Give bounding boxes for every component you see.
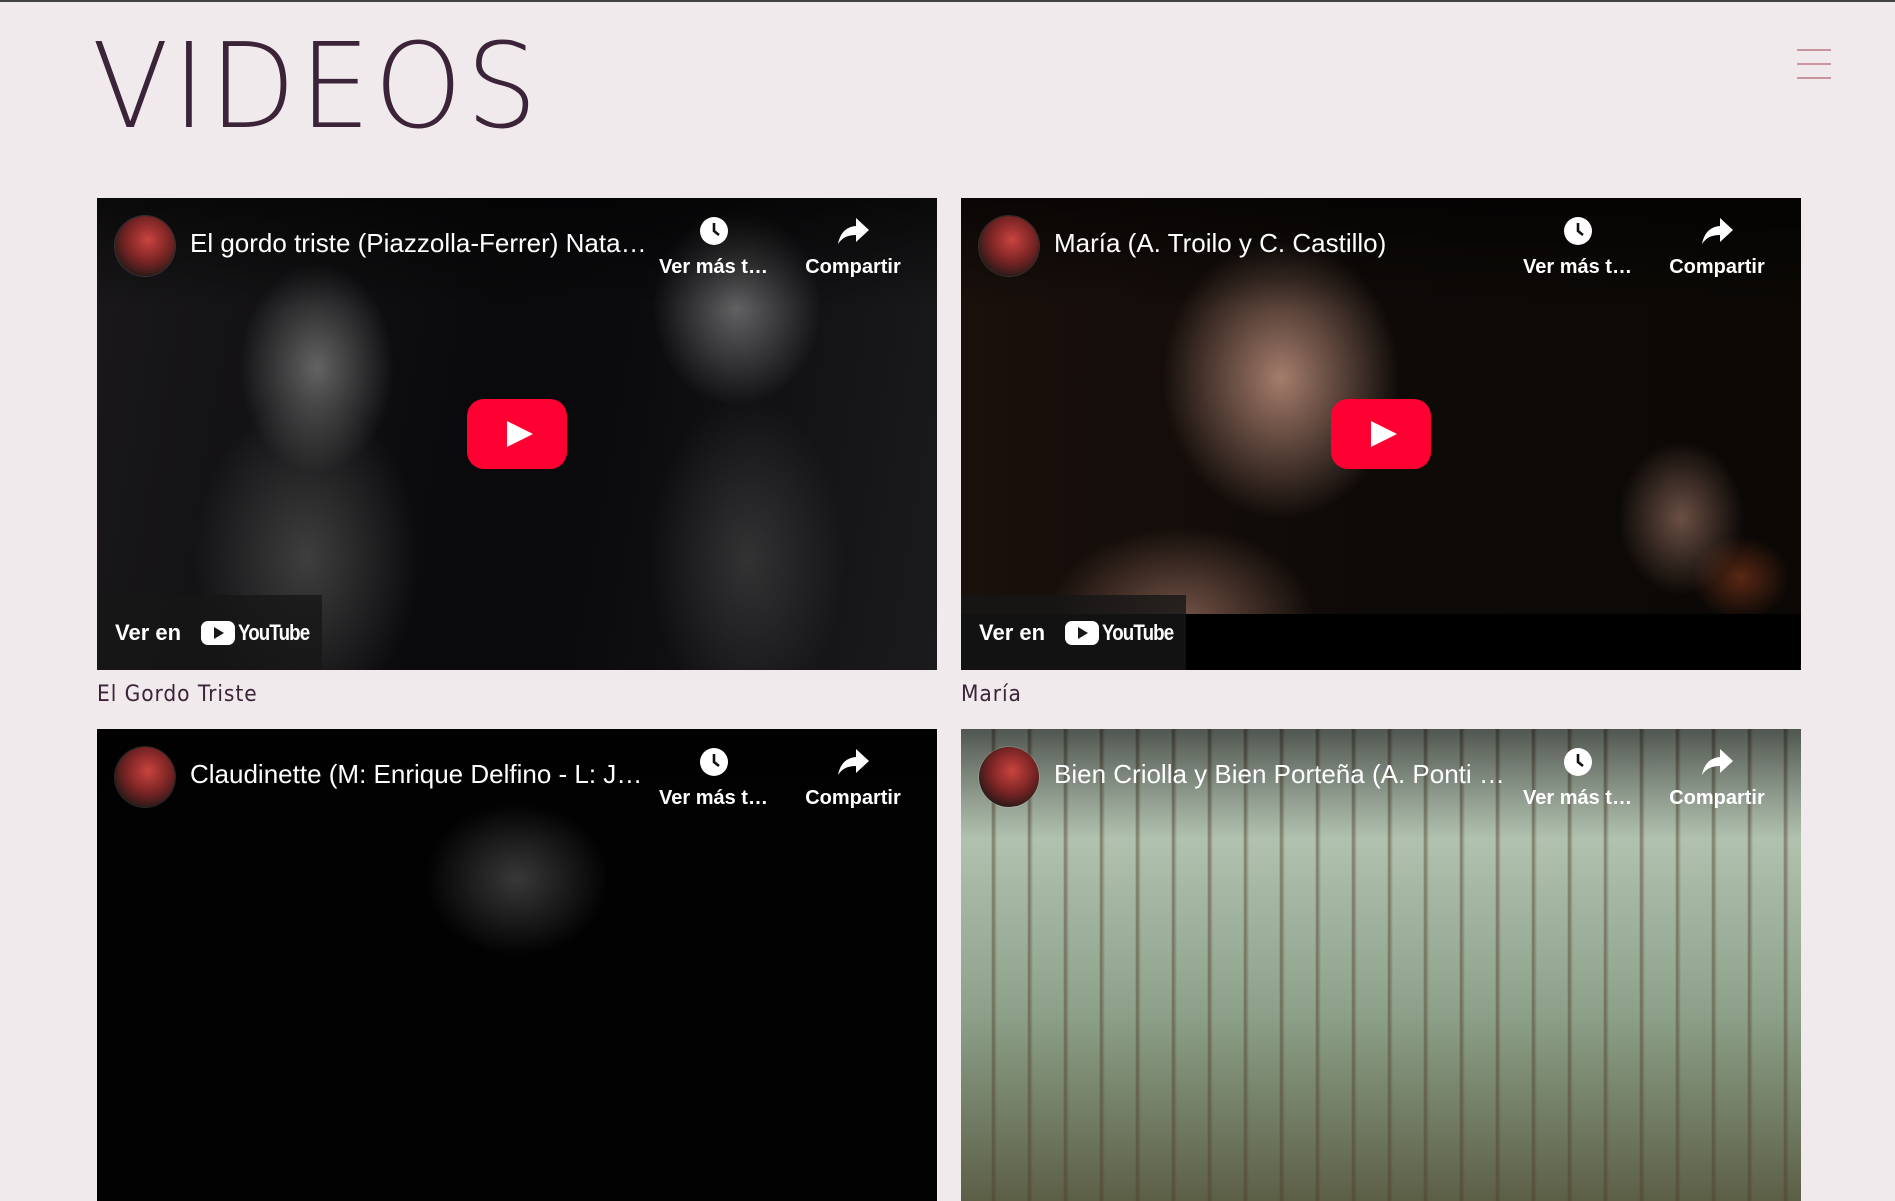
video-card: María (A. Troilo y C. Castillo) Ver más … <box>961 198 1801 707</box>
share-arrow-icon <box>1702 218 1733 244</box>
watch-on-label: Ver en <box>115 620 182 645</box>
watch-on-youtube-button[interactable]: Ver en YouTube <box>961 595 1186 670</box>
video-player[interactable]: Bien Criolla y Bien Porteña (A. Ponti y … <box>961 729 1801 1201</box>
video-player[interactable]: Claudinette (M: Enrique Delfino - L: Jul… <box>97 729 937 1201</box>
page-title: VIDEOS <box>92 17 542 155</box>
share-label: Compartir <box>1669 787 1765 809</box>
share-label: Compartir <box>805 787 901 809</box>
share-button[interactable]: Compartir <box>798 747 908 810</box>
watch-later-label: Ver más tarde <box>659 256 769 278</box>
watch-later-button[interactable]: Ver más tarde <box>659 747 769 810</box>
watch-later-label: Ver más tarde <box>1523 256 1633 278</box>
video-title[interactable]: Bien Criolla y Bien Porteña (A. Ponti y … <box>1054 759 1514 790</box>
video-card: Bien Criolla y Bien Porteña (A. Ponti y … <box>961 729 1801 1201</box>
video-player[interactable]: El gordo triste (Piazzolla-Ferrer) Natal… <box>97 198 937 670</box>
share-arrow-icon <box>838 749 869 775</box>
watch-later-label: Ver más tarde <box>1523 787 1633 809</box>
video-title[interactable]: María (A. Troilo y C. Castillo) <box>1054 228 1514 259</box>
clock-icon <box>700 748 728 776</box>
share-button[interactable]: Compartir <box>798 216 908 279</box>
share-arrow-icon <box>1702 749 1733 775</box>
video-caption: El Gordo Triste <box>97 682 258 707</box>
video-card: El gordo triste (Piazzolla-Ferrer) Natal… <box>97 198 937 707</box>
share-label: Compartir <box>805 256 901 278</box>
clock-icon <box>1564 748 1592 776</box>
share-arrow-icon <box>838 218 869 244</box>
hamburger-menu-icon[interactable] <box>1797 49 1831 79</box>
clock-icon <box>700 217 728 245</box>
video-card: Claudinette (M: Enrique Delfino - L: Jul… <box>97 729 937 1201</box>
channel-avatar[interactable] <box>979 216 1039 276</box>
share-label: Compartir <box>1669 256 1765 278</box>
video-title[interactable]: Claudinette (M: Enrique Delfino - L: Jul… <box>190 759 650 790</box>
clock-icon <box>1564 217 1592 245</box>
video-grid: El gordo triste (Piazzolla-Ferrer) Natal… <box>97 198 1801 1201</box>
video-title[interactable]: El gordo triste (Piazzolla-Ferrer) Natal… <box>190 228 650 259</box>
share-button[interactable]: Compartir <box>1662 216 1772 279</box>
watch-later-label: Ver más tarde <box>659 787 769 809</box>
channel-avatar[interactable] <box>115 747 175 807</box>
play-button[interactable] <box>1331 399 1431 469</box>
watch-on-youtube-button[interactable]: Ver en YouTube <box>97 595 322 670</box>
play-button[interactable] <box>467 399 567 469</box>
share-button[interactable]: Compartir <box>1662 747 1772 810</box>
video-caption: María <box>961 682 1022 707</box>
video-player[interactable]: María (A. Troilo y C. Castillo) Ver más … <box>961 198 1801 670</box>
channel-avatar[interactable] <box>115 216 175 276</box>
watch-later-button[interactable]: Ver más tarde <box>1523 216 1633 279</box>
watch-on-label: Ver en <box>979 620 1046 645</box>
watch-later-button[interactable]: Ver más tarde <box>1523 747 1633 810</box>
youtube-logo-icon: YouTube <box>201 620 310 650</box>
channel-avatar[interactable] <box>979 747 1039 807</box>
youtube-logo-icon: YouTube <box>1065 620 1174 650</box>
watch-later-button[interactable]: Ver más tarde <box>659 216 769 279</box>
